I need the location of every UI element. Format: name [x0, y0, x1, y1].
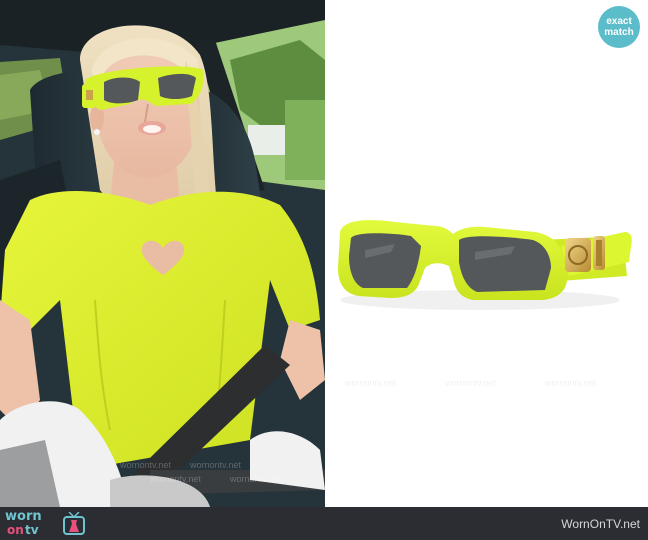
watermark-text: wornontv.net [545, 378, 596, 388]
watermark-text: wornontv.net [120, 460, 171, 470]
tv-dress-icon [63, 512, 85, 535]
wornontv-logo[interactable]: worn on tv [5, 509, 85, 539]
badge-line-2: match [604, 27, 634, 38]
watermark-text: wornontv.net [445, 378, 496, 388]
logo-on-text: on [7, 523, 24, 537]
logo-worn-text: worn [5, 509, 42, 524]
footer-bar: worn on tv WornOnTV.net [0, 507, 648, 540]
watermark-text: wornontv.net [190, 460, 241, 470]
sunglasses-product-image [338, 220, 632, 310]
scene-photo: wornontv.net wornontv.net wornontv.net w… [0, 0, 325, 507]
scene-illustration [0, 0, 325, 507]
badge-line-1: exact [606, 16, 632, 27]
watermark-text: wornontv.net [230, 474, 281, 484]
product-image[interactable]: wornontv.net wornontv.net wornontv.net [325, 0, 648, 507]
watermark-text: wornontv.net [345, 378, 396, 388]
site-name[interactable]: WornOnTV.net [561, 517, 640, 531]
watermark-text: wornontv.net [150, 474, 201, 484]
logo-tv-text: tv [25, 523, 39, 537]
exact-match-badge: exact match [598, 6, 640, 48]
